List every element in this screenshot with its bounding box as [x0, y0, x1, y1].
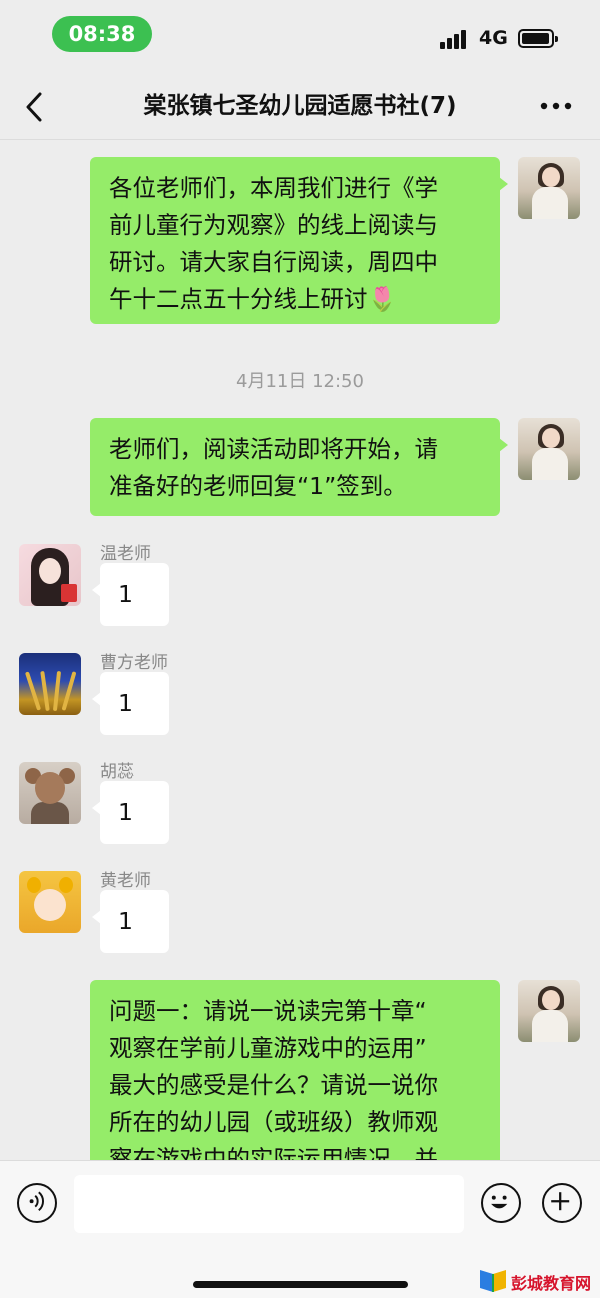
message-input[interactable]: [74, 1175, 464, 1233]
sender-name: 温老师: [100, 544, 151, 564]
message-text: 1: [118, 798, 133, 826]
emoji-icon[interactable]: [481, 1183, 521, 1223]
message-bubble-other[interactable]: 1: [92, 890, 169, 953]
tulip-emoji: 🌷: [367, 285, 397, 313]
message-bubble-self[interactable]: 老师们，阅读活动即将开始，请 准备好的老师回复“1”签到。: [90, 418, 508, 516]
sender-name: 黄老师: [100, 871, 151, 891]
chat-header: 棠张镇七圣幼儿园适愿书社(7): [0, 72, 600, 140]
message-text: 1: [118, 580, 133, 608]
message-bubble-other[interactable]: 1: [92, 672, 169, 735]
sender-name: 曹方老师: [100, 653, 168, 673]
home-indicator[interactable]: [193, 1281, 408, 1288]
message-text: 老师们，阅读活动即将开始，请 准备好的老师回复“1”签到。: [109, 435, 438, 500]
input-bar: [0, 1160, 600, 1298]
plus-icon[interactable]: [542, 1183, 582, 1223]
chat-title: 棠张镇七圣幼儿园适愿书社(7): [143, 93, 457, 119]
network-label: 4G: [479, 27, 508, 49]
avatar-self[interactable]: [518, 980, 580, 1042]
avatar-self[interactable]: [518, 418, 580, 480]
message-bubble-other[interactable]: 1: [92, 781, 169, 844]
message-timestamp: 4月11日 12:50: [236, 371, 364, 392]
avatar-self[interactable]: [518, 157, 580, 219]
status-bar: 08:38 4G: [0, 0, 600, 72]
sender-name: 胡蕊: [100, 762, 134, 782]
message-text: 1: [118, 907, 133, 935]
avatar-cao[interactable]: [19, 653, 81, 715]
message-text: 问题一：请说一说读完第十章“ 观察在学前儿童游戏中的运用” 最大的感受是什么？请…: [109, 997, 438, 1173]
battery-icon: [518, 29, 558, 48]
book-logo-icon: [480, 1270, 506, 1292]
message-bubble-self[interactable]: 各位老师们，本周我们进行《学 前儿童行为观察》的线上阅读与 研讨。请大家自行阅读…: [90, 157, 508, 324]
avatar-wen[interactable]: [19, 544, 81, 606]
more-dots-icon[interactable]: [536, 94, 576, 118]
avatar-huang[interactable]: [19, 871, 81, 933]
message-text: 1: [118, 689, 133, 717]
avatar-hu[interactable]: [19, 762, 81, 824]
message-bubble-other[interactable]: 1: [92, 563, 169, 626]
voice-icon[interactable]: [17, 1183, 57, 1223]
status-time: 08:38: [52, 16, 152, 52]
signal-icon: [440, 29, 470, 49]
watermark-text: 彭城教育网: [511, 1274, 592, 1293]
